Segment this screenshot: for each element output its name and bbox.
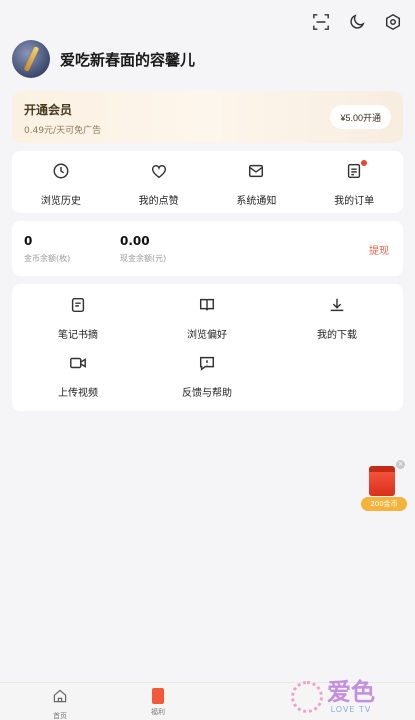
notes-label: 笔记书摘 xyxy=(58,330,98,341)
order-badge-dot xyxy=(361,160,368,166)
mail-icon xyxy=(247,162,265,184)
profile-header[interactable]: 爱吃新春面的容馨儿 xyxy=(12,40,195,78)
book-icon xyxy=(198,296,216,318)
upload-video-label: 上传视频 xyxy=(58,388,98,399)
history-button[interactable]: 浏览历史 xyxy=(12,151,110,213)
notifications-button[interactable]: 系统通知 xyxy=(208,151,306,213)
welfare-icon xyxy=(152,688,164,704)
coin-balance[interactable]: 0 金币余额(枚) xyxy=(24,234,70,264)
download-icon xyxy=(328,296,346,318)
preferences-label: 浏览偏好 xyxy=(187,330,227,341)
quick-actions-card: 浏览历史 我的点赞 系统通知 我的订单 xyxy=(12,151,403,213)
vip-banner[interactable]: 开通会员 0.49元/天可免广告 ¥5.00开通 xyxy=(12,91,403,143)
likes-label: 我的点赞 xyxy=(138,196,179,207)
preferences-button[interactable]: 浏览偏好 xyxy=(147,296,267,341)
home-icon xyxy=(52,688,68,708)
logo-subtext: LOVE TV xyxy=(330,705,372,714)
orders-button[interactable]: 我的订单 xyxy=(305,151,403,213)
moon-icon[interactable] xyxy=(347,12,367,32)
downloads-button[interactable]: 我的下载 xyxy=(277,296,397,341)
video-icon xyxy=(69,354,87,376)
withdraw-button[interactable]: 提现 xyxy=(369,242,389,257)
logo-icon xyxy=(291,680,323,713)
feedback-label: 反馈与帮助 xyxy=(182,388,232,399)
username: 爱吃新春面的容馨儿 xyxy=(60,50,196,69)
cash-balance-label: 现金余额(元) xyxy=(120,254,167,263)
notes-button[interactable]: 笔记书摘 xyxy=(18,296,138,341)
coin-balance-value: 0 xyxy=(24,234,33,248)
cash-balance-value: 0.00 xyxy=(120,234,150,248)
close-icon[interactable]: × xyxy=(396,460,405,469)
upload-video-button[interactable]: 上传视频 xyxy=(18,354,138,399)
order-icon xyxy=(345,162,363,184)
red-packet-widget[interactable]: × 200金币 xyxy=(361,460,407,514)
feedback-button[interactable]: 反馈与帮助 xyxy=(147,354,267,399)
downloads-label: 我的下载 xyxy=(317,330,357,341)
coin-balance-label: 金币余额(枚) xyxy=(24,254,71,263)
heart-icon xyxy=(150,162,168,184)
orders-label: 我的订单 xyxy=(334,196,375,207)
red-packet-tag: 200金币 xyxy=(361,497,407,511)
watermark-logo: 爱色 LOVE TV xyxy=(291,679,375,714)
top-toolbar xyxy=(311,12,403,32)
tab-home-label: 首页 xyxy=(53,712,67,720)
tab-welfare[interactable]: 福利 xyxy=(128,688,188,717)
scan-icon[interactable] xyxy=(311,12,331,32)
notifications-label: 系统通知 xyxy=(236,196,277,207)
wallet-card: 0 金币余额(枚) 0.00 现金余额(元) 提现 xyxy=(12,221,403,276)
red-packet-icon xyxy=(369,466,395,496)
avatar[interactable] xyxy=(12,40,50,78)
features-card: 笔记书摘 浏览偏好 我的下载 上传视频 反馈与帮助 xyxy=(12,284,403,411)
clock-icon xyxy=(52,162,70,184)
vip-activate-button[interactable]: ¥5.00开通 xyxy=(330,105,391,129)
note-icon xyxy=(69,296,87,318)
history-label: 浏览历史 xyxy=(40,196,81,207)
logo-text: 爱色 xyxy=(327,678,375,706)
settings-icon[interactable] xyxy=(383,12,403,32)
tab-welfare-label: 福利 xyxy=(151,708,165,716)
feedback-icon xyxy=(198,354,216,376)
tab-home[interactable]: 首页 xyxy=(30,688,90,720)
cash-balance[interactable]: 0.00 现金余额(元) xyxy=(120,234,166,264)
likes-button[interactable]: 我的点赞 xyxy=(110,151,208,213)
